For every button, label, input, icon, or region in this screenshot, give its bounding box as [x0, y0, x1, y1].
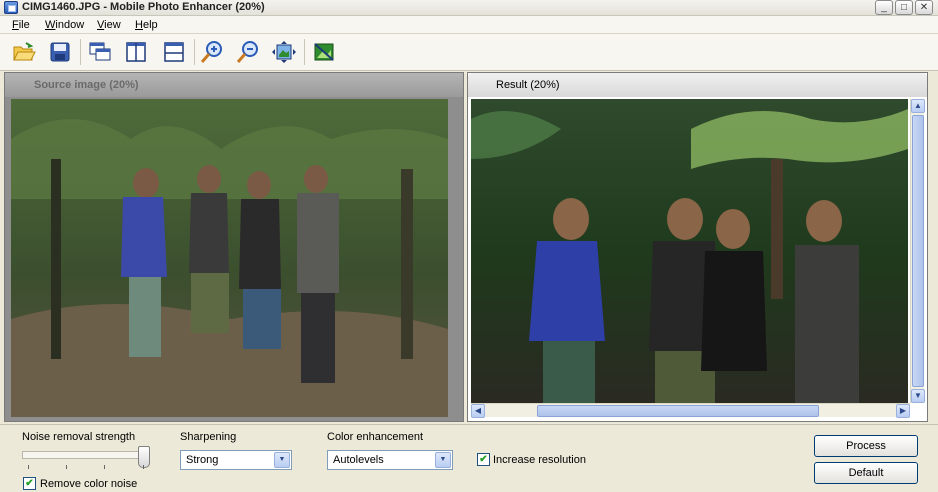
- result-photo: [471, 99, 908, 403]
- increase-resolution-checkbox[interactable]: ✔: [477, 453, 490, 466]
- scroll-right-button[interactable]: ▶: [896, 404, 910, 418]
- close-button[interactable]: ✕: [915, 0, 933, 15]
- save-icon: [50, 42, 70, 62]
- process-button[interactable]: Process: [814, 435, 918, 457]
- tile-vertical-button[interactable]: [122, 39, 150, 65]
- menu-bar: File Window View Help: [0, 16, 938, 34]
- menu-window[interactable]: Window: [45, 19, 84, 31]
- open-folder-icon: [13, 42, 36, 61]
- zoom-out-button[interactable]: [234, 39, 262, 65]
- source-pane-title: Source image (20%): [5, 73, 463, 97]
- zoom-in-icon: [200, 41, 222, 63]
- chevron-down-icon[interactable]: ▼: [435, 452, 451, 468]
- enhance-image-icon: [314, 43, 334, 61]
- open-button[interactable]: [10, 39, 38, 65]
- chevron-down-icon[interactable]: ▼: [274, 452, 290, 468]
- source-photo: [11, 99, 448, 417]
- noise-removal-label: Noise removal strength: [22, 431, 136, 443]
- tile-horizontal-button[interactable]: [160, 39, 188, 65]
- cascade-windows-icon: [89, 42, 111, 61]
- menu-help[interactable]: Help: [135, 19, 158, 31]
- color-enhancement-value: Autolevels: [333, 454, 384, 466]
- fit-to-window-button[interactable]: [270, 39, 298, 65]
- app-icon: [4, 1, 18, 14]
- horizontal-scrollbar[interactable]: ◀ ▶: [471, 403, 910, 418]
- remove-color-noise-checkbox[interactable]: ✔: [23, 477, 36, 490]
- scroll-up-button[interactable]: ▲: [911, 99, 925, 113]
- color-enhancement-label: Color enhancement: [327, 431, 424, 443]
- menu-view[interactable]: View: [97, 19, 121, 31]
- increase-resolution-label: Increase resolution: [493, 454, 586, 466]
- sharpening-label: Sharpening: [180, 431, 237, 443]
- maximize-button[interactable]: □: [895, 0, 913, 15]
- save-button[interactable]: [46, 39, 74, 65]
- default-button[interactable]: Default: [814, 462, 918, 484]
- fit-to-window-icon: [272, 41, 296, 63]
- remove-color-noise-label: Remove color noise: [40, 478, 138, 490]
- tile-vertical-icon: [126, 42, 146, 62]
- scroll-left-button[interactable]: ◀: [471, 404, 485, 418]
- zoom-out-icon: [236, 41, 258, 63]
- noise-removal-slider[interactable]: [22, 451, 144, 459]
- cascade-button[interactable]: [86, 39, 114, 65]
- horizontal-scroll-thumb[interactable]: [537, 405, 819, 417]
- title-bar: CIMG1460.JPG - Mobile Photo Enhancer (20…: [0, 0, 938, 16]
- noise-slider-thumb[interactable]: [138, 446, 150, 468]
- zoom-in-button[interactable]: [198, 39, 226, 65]
- result-image-pane: Result (20%) ▲ ▼ ◀ ▶: [467, 72, 928, 422]
- menu-file[interactable]: File: [12, 19, 30, 31]
- toolbar: [0, 34, 938, 71]
- tile-horizontal-icon: [164, 42, 184, 62]
- sharpening-select[interactable]: Strong ▼: [180, 450, 292, 470]
- scroll-down-button[interactable]: ▼: [911, 389, 925, 403]
- window-title: CIMG1460.JPG - Mobile Photo Enhancer (20…: [22, 1, 265, 13]
- vertical-scrollbar[interactable]: ▲ ▼: [910, 99, 925, 403]
- sharpening-value: Strong: [186, 454, 219, 466]
- enhance-button[interactable]: [310, 39, 338, 65]
- minimize-button[interactable]: _: [875, 0, 893, 15]
- result-pane-title: Result (20%): [468, 73, 927, 97]
- vertical-scroll-thumb[interactable]: [912, 115, 924, 387]
- color-enhancement-select[interactable]: Autolevels ▼: [327, 450, 453, 470]
- source-image-pane: Source image (20%): [4, 72, 464, 422]
